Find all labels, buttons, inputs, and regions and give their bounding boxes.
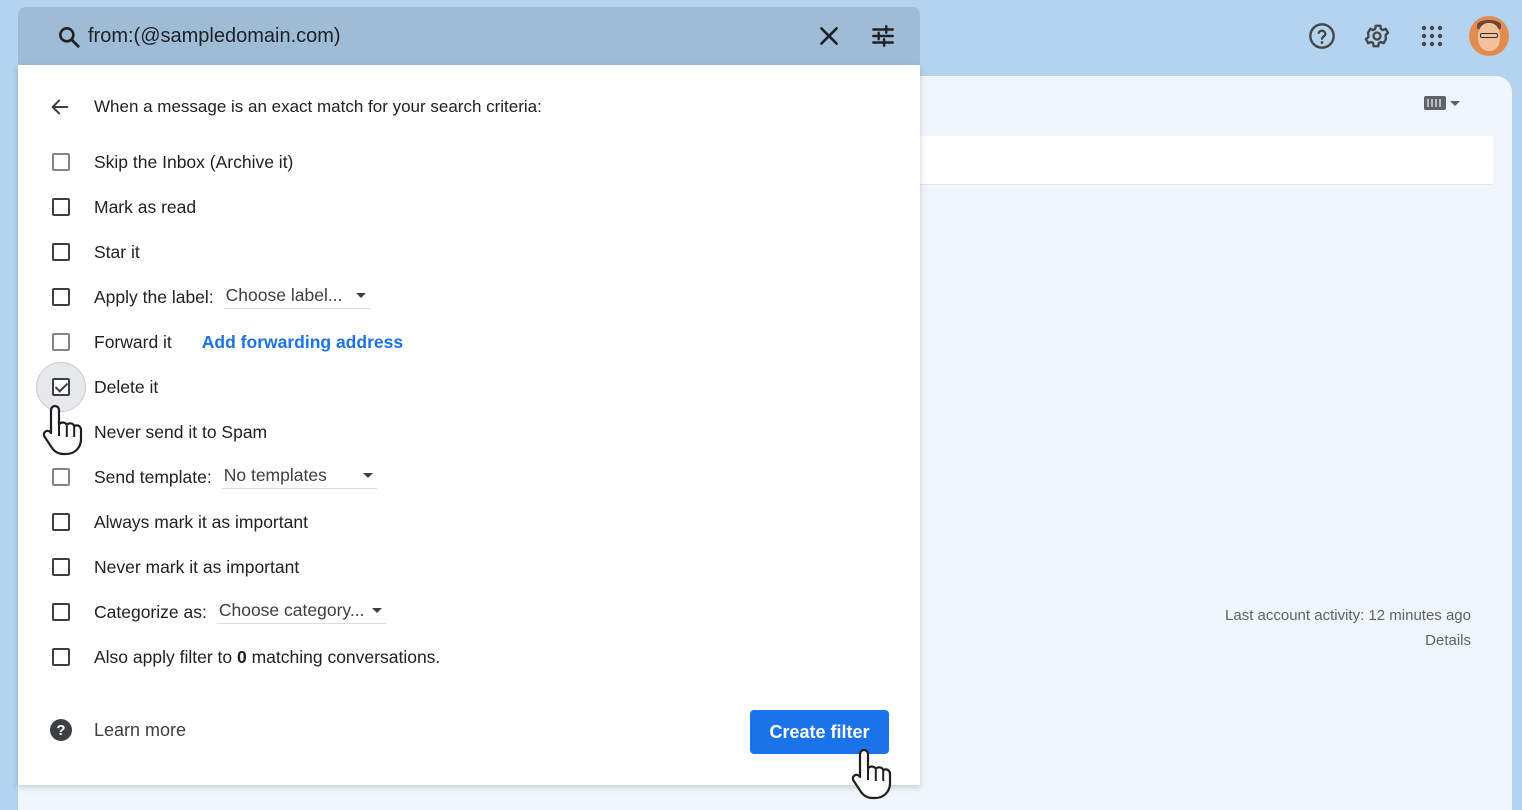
apps-grid-icon[interactable] xyxy=(1410,14,1454,58)
learn-more-link[interactable]: Learn more xyxy=(94,720,186,741)
top-right-toolbar xyxy=(1300,14,1509,58)
help-circle-icon: ? xyxy=(50,719,72,741)
option-categorize: Categorize as: Choose category... xyxy=(52,599,387,625)
dropdown-value: Choose label... xyxy=(225,285,343,305)
search-icon[interactable] xyxy=(56,24,82,55)
option-label: Forward it xyxy=(94,331,172,352)
option-label: Always mark it as important xyxy=(94,511,308,532)
add-forwarding-address-link[interactable]: Add forwarding address xyxy=(202,332,403,353)
option-skip-inbox: Skip the Inbox (Archive it) xyxy=(52,149,293,175)
send-template-checkbox[interactable] xyxy=(52,468,70,486)
mark-read-checkbox[interactable] xyxy=(52,198,70,216)
help-icon[interactable] xyxy=(1300,14,1344,58)
option-label: Delete it xyxy=(94,376,159,397)
details-link[interactable]: Details xyxy=(1225,628,1471,653)
apply-existing-checkbox[interactable] xyxy=(52,648,70,666)
chevron-down-icon xyxy=(1450,100,1460,106)
keyboard-icon xyxy=(1424,96,1446,110)
option-apply-existing: Also apply filter to 0 matching conversa… xyxy=(52,644,440,670)
chevron-down-icon xyxy=(362,473,373,478)
filter-header: When a message is an exact match for you… xyxy=(48,95,542,119)
never-spam-checkbox[interactable] xyxy=(52,423,70,441)
search-bar xyxy=(18,7,920,65)
skip-inbox-checkbox[interactable] xyxy=(52,153,70,171)
option-never-spam: Never send it to Spam xyxy=(52,419,267,445)
chevron-down-icon xyxy=(372,608,383,613)
choose-label-dropdown[interactable]: Choose label... xyxy=(223,285,371,309)
choose-category-dropdown[interactable]: Choose category... xyxy=(216,600,387,624)
search-input[interactable] xyxy=(88,21,788,51)
forward-checkbox[interactable] xyxy=(52,333,70,351)
categorize-checkbox[interactable] xyxy=(52,603,70,621)
option-label: Never mark it as important xyxy=(94,556,300,577)
input-tools-toggle[interactable] xyxy=(1424,96,1460,110)
option-send-template: Send template: No templates xyxy=(52,464,377,490)
avatar-glasses xyxy=(1480,33,1498,38)
toolbar-strip xyxy=(920,136,1493,185)
option-label: Apply the label: xyxy=(94,286,214,307)
option-label-prefix: Also apply filter to xyxy=(94,646,237,667)
last-activity-text: Last account activity: 12 minutes ago xyxy=(1225,607,1471,624)
option-forward: Forward it Add forwarding address xyxy=(52,329,403,355)
template-dropdown[interactable]: No templates xyxy=(221,465,377,489)
never-important-checkbox[interactable] xyxy=(52,558,70,576)
filter-options-panel: When a message is an exact match for you… xyxy=(18,65,920,785)
option-star: Star it xyxy=(52,239,140,265)
option-mark-read: Mark as read xyxy=(52,194,196,220)
delete-checkbox[interactable] xyxy=(52,378,70,396)
account-activity: Last account activity: 12 minutes ago De… xyxy=(1225,603,1471,653)
option-label-suffix: matching conversations. xyxy=(246,646,441,667)
option-label: Send template: xyxy=(94,466,212,487)
dropdown-value: Choose category... xyxy=(218,600,365,620)
close-icon[interactable] xyxy=(816,23,842,54)
star-checkbox[interactable] xyxy=(52,243,70,261)
filter-header-text: When a message is an exact match for you… xyxy=(94,97,542,116)
dropdown-value: No templates xyxy=(223,465,327,485)
option-label: Never send it to Spam xyxy=(94,421,268,442)
always-important-checkbox[interactable] xyxy=(52,513,70,531)
option-apply-label: Apply the label: Choose label... xyxy=(52,284,371,310)
back-arrow-icon[interactable] xyxy=(48,95,72,119)
option-label: Star it xyxy=(94,241,140,262)
tune-icon[interactable] xyxy=(870,23,896,54)
chevron-down-icon xyxy=(356,293,367,298)
apply-label-checkbox[interactable] xyxy=(52,288,70,306)
option-label: Categorize as: xyxy=(94,601,207,622)
avatar[interactable] xyxy=(1469,16,1509,56)
create-filter-button[interactable]: Create filter xyxy=(750,710,889,754)
option-label: Mark as read xyxy=(94,196,197,217)
option-delete: Delete it xyxy=(52,374,158,400)
gear-icon[interactable] xyxy=(1355,14,1399,58)
option-never-important: Never mark it as important xyxy=(52,554,299,580)
matching-count: 0 xyxy=(236,646,247,667)
learn-more: ? Learn more xyxy=(50,719,186,741)
option-always-important: Always mark it as important xyxy=(52,509,308,535)
option-label: Skip the Inbox (Archive it) xyxy=(94,151,294,172)
